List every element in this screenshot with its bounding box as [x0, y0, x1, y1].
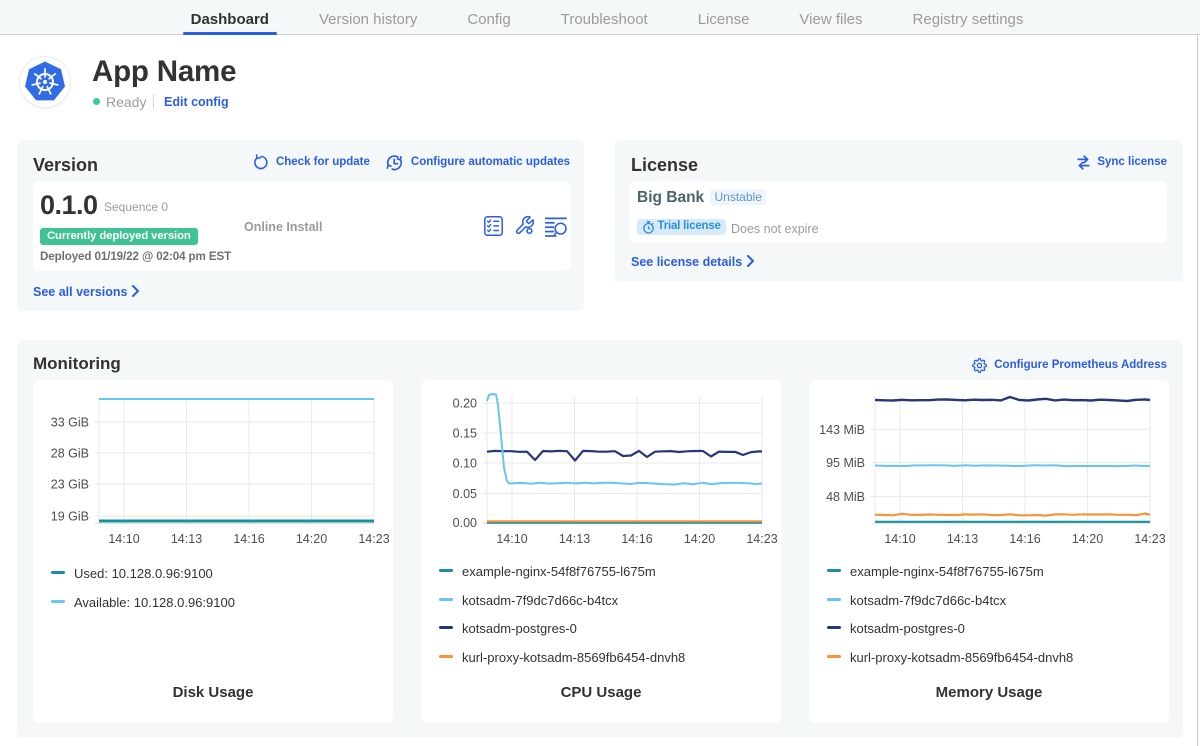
svg-text:14:13: 14:13	[559, 532, 590, 546]
svg-text:14:13: 14:13	[171, 532, 202, 546]
svg-text:14:10: 14:10	[496, 532, 527, 546]
svg-text:14:20: 14:20	[684, 532, 715, 546]
svg-text:48 MiB: 48 MiB	[826, 490, 865, 504]
svg-text:23 GiB: 23 GiB	[51, 478, 89, 492]
svg-text:33 GiB: 33 GiB	[51, 416, 89, 430]
svg-text:19 GiB: 19 GiB	[51, 510, 89, 524]
svg-text:14:13: 14:13	[947, 532, 978, 546]
svg-text:14:23: 14:23	[746, 532, 777, 546]
svg-text:14:10: 14:10	[108, 532, 139, 546]
svg-text:14:16: 14:16	[621, 532, 652, 546]
svg-text:28 GiB: 28 GiB	[51, 447, 89, 461]
svg-text:14:23: 14:23	[1134, 532, 1165, 546]
svg-text:0.20: 0.20	[453, 397, 477, 411]
svg-text:14:23: 14:23	[358, 532, 389, 546]
svg-text:0.15: 0.15	[453, 427, 477, 441]
svg-text:14:10: 14:10	[884, 532, 915, 546]
svg-text:0.00: 0.00	[453, 516, 477, 530]
svg-text:143 MiB: 143 MiB	[819, 423, 865, 437]
svg-text:14:20: 14:20	[296, 532, 327, 546]
svg-text:14:16: 14:16	[1009, 532, 1040, 546]
svg-text:14:20: 14:20	[1072, 532, 1103, 546]
svg-text:14:16: 14:16	[233, 532, 264, 546]
svg-text:0.05: 0.05	[453, 487, 477, 501]
svg-text:95 MiB: 95 MiB	[826, 456, 865, 470]
svg-text:0.10: 0.10	[453, 457, 477, 471]
